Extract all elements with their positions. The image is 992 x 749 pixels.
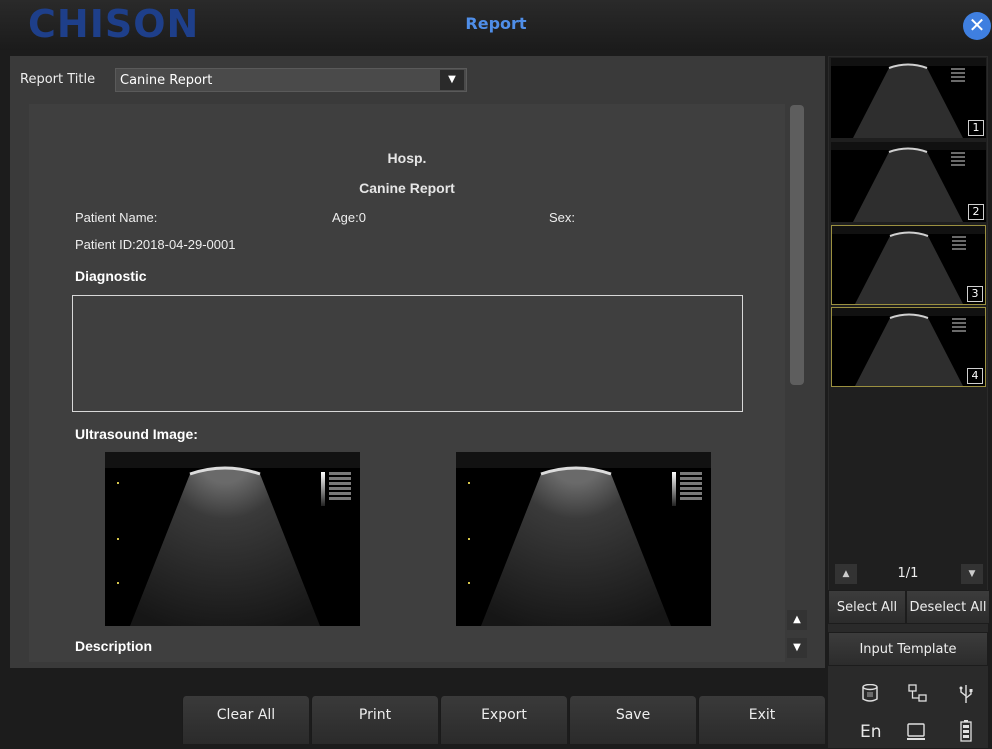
hospital-name: Hosp. bbox=[387, 150, 427, 166]
status-area: En bbox=[828, 680, 988, 748]
report-title-value: Canine Report bbox=[120, 73, 213, 88]
diagnostic-heading: Diagnostic bbox=[75, 268, 147, 284]
depth-marker bbox=[468, 482, 470, 484]
close-icon[interactable]: ✕ bbox=[963, 12, 991, 40]
report-preview: Hosp. Canine Report Patient Name: Age:0 … bbox=[29, 104, 785, 662]
scrollbar-thumb[interactable] bbox=[790, 105, 804, 385]
thumbnail-readout bbox=[952, 236, 976, 266]
clear-all-button[interactable]: Clear All bbox=[182, 696, 309, 744]
thumbnail-number: 4 bbox=[967, 368, 983, 384]
thumbnail-readout bbox=[952, 318, 976, 348]
ultrasound-image[interactable] bbox=[456, 452, 711, 626]
thumbnail-fan-graphic bbox=[855, 231, 963, 304]
thumbnail-fan-graphic bbox=[855, 313, 963, 386]
report-heading: Canine Report bbox=[359, 180, 455, 196]
database-icon bbox=[862, 683, 878, 706]
ultrasound-fan-graphic bbox=[130, 466, 320, 626]
grayscale-bar bbox=[672, 472, 676, 506]
thumbnail-number: 1 bbox=[968, 120, 984, 136]
thumbnail-item-selected[interactable]: 4 bbox=[831, 307, 986, 387]
thumbnail-number: 3 bbox=[967, 286, 983, 302]
report-title-label: Report Title bbox=[20, 72, 96, 87]
thumbnail-pager: ▲ 1/1 ▼ bbox=[829, 560, 987, 590]
deselect-all-button[interactable]: Deselect All bbox=[906, 590, 990, 624]
report-title-dropdown[interactable]: Canine Report ▼ bbox=[115, 68, 467, 92]
select-all-button[interactable]: Select All bbox=[828, 590, 906, 624]
thumbnail-readout bbox=[951, 68, 975, 98]
title-bar: CHISON Report ✕ bbox=[0, 0, 992, 50]
monitor-icon bbox=[906, 722, 926, 746]
thumbnail-fan-graphic bbox=[853, 147, 963, 222]
network-icon bbox=[908, 684, 928, 708]
thumbnail-number: 2 bbox=[968, 204, 984, 220]
exit-button[interactable]: Exit bbox=[698, 696, 825, 744]
depth-marker bbox=[117, 582, 119, 584]
thumbnail-readout bbox=[951, 152, 975, 182]
patient-name-field: Patient Name: bbox=[75, 210, 158, 225]
ultrasound-image[interactable] bbox=[105, 452, 360, 626]
export-button[interactable]: Export bbox=[440, 696, 567, 744]
thumbnail-item-selected[interactable]: 3 bbox=[831, 225, 986, 305]
thumbnail-item[interactable]: 2 bbox=[831, 142, 986, 222]
scroll-up-icon[interactable]: ▲ bbox=[787, 610, 807, 630]
dropdown-arrow-icon[interactable]: ▼ bbox=[440, 70, 464, 90]
parameter-readout bbox=[329, 472, 359, 512]
thumbnail-item[interactable]: 1 bbox=[831, 58, 986, 138]
language-indicator[interactable]: En bbox=[860, 722, 882, 742]
depth-marker bbox=[468, 582, 470, 584]
save-button[interactable]: Save bbox=[569, 696, 696, 744]
battery-icon bbox=[960, 720, 972, 746]
window-title: Report bbox=[465, 14, 527, 33]
thumbnail-fan-graphic bbox=[853, 63, 963, 138]
print-button[interactable]: Print bbox=[311, 696, 438, 744]
ultrasound-heading: Ultrasound Image: bbox=[75, 426, 198, 442]
input-template-button[interactable]: Input Template bbox=[828, 632, 988, 666]
parameter-readout bbox=[680, 472, 710, 512]
depth-marker bbox=[117, 482, 119, 484]
scroll-down-icon[interactable]: ▼ bbox=[787, 638, 807, 658]
depth-marker bbox=[117, 538, 119, 540]
description-heading: Description bbox=[75, 638, 153, 654]
age-field: Age:0 bbox=[332, 210, 366, 225]
page-down-icon[interactable]: ▼ bbox=[961, 564, 983, 584]
diagnostic-text-area[interactable] bbox=[72, 295, 743, 412]
ultrasound-fan-graphic bbox=[481, 466, 671, 626]
patient-id-field: Patient ID:2018-04-29-0001 bbox=[75, 237, 236, 252]
usb-icon bbox=[958, 684, 974, 708]
sex-field: Sex: bbox=[549, 210, 576, 225]
grayscale-bar bbox=[321, 472, 325, 506]
depth-marker bbox=[468, 538, 470, 540]
